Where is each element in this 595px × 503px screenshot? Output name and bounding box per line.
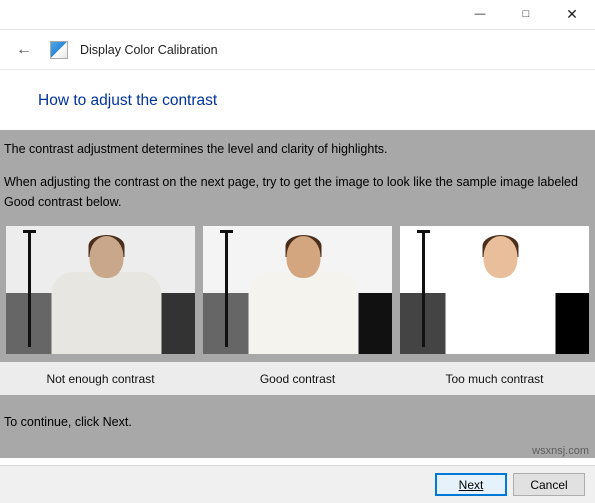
app-title: Display Color Calibration: [80, 43, 218, 57]
sample-image-high-contrast: [400, 226, 589, 354]
app-icon: [50, 41, 68, 59]
watermark: wsxnsj.com: [532, 445, 589, 457]
window-controls: ― □ ✕: [457, 0, 595, 28]
sample-good: [203, 226, 392, 354]
sample-row: [4, 226, 591, 354]
cancel-button[interactable]: Cancel: [513, 473, 585, 496]
close-button[interactable]: ✕: [549, 0, 595, 28]
content-area: How to adjust the contrast The contrast …: [0, 70, 595, 458]
sample-labels: Not enough contrast Good contrast Too mu…: [0, 362, 595, 395]
back-arrow-icon[interactable]: ←: [10, 37, 38, 63]
instruction-text: When adjusting the contrast on the next …: [4, 173, 591, 212]
instruction-panel: The contrast adjustment determines the l…: [0, 130, 595, 458]
header-bar: ← Display Color Calibration: [0, 30, 595, 70]
sample-image-low-contrast: [6, 226, 195, 354]
next-button[interactable]: Next: [435, 473, 507, 496]
page-heading: How to adjust the contrast: [0, 92, 595, 110]
label-not-enough: Not enough contrast: [2, 370, 199, 389]
label-too-much: Too much contrast: [396, 370, 593, 389]
intro-text: The contrast adjustment determines the l…: [4, 140, 591, 159]
label-good: Good contrast: [199, 370, 396, 389]
footer-bar: Next Cancel: [0, 465, 595, 503]
sample-too-much: [400, 226, 589, 354]
title-bar: ― □ ✕: [0, 0, 595, 30]
sample-not-enough: [6, 226, 195, 354]
maximize-button[interactable]: □: [503, 0, 549, 28]
sample-image-good-contrast: [203, 226, 392, 354]
minimize-button[interactable]: ―: [457, 0, 503, 28]
continue-hint: To continue, click Next.: [4, 413, 591, 432]
